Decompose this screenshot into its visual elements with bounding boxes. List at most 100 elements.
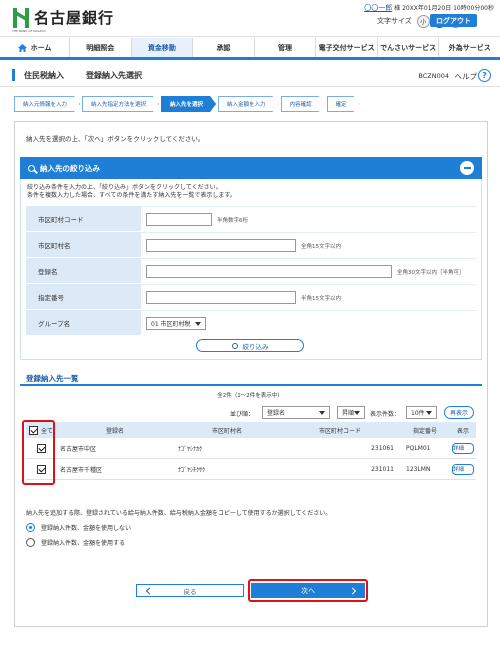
search-icon bbox=[231, 342, 238, 349]
row-city-name: ﾅｺﾞﾔｼﾁｸｻｸ bbox=[178, 466, 206, 474]
user-info: 〇〇一郎 様 20XX年01月20日 10時00分00秒 bbox=[364, 3, 494, 13]
logout-button[interactable]: ログアウト bbox=[430, 14, 477, 27]
step-confirm: 内容確認 bbox=[281, 96, 325, 112]
sort-field-value: 登録名 bbox=[267, 410, 286, 417]
table-row: 名古屋市中区 ﾅｺﾞﾔｼﾅｶｸ 231061 PQLM01 詳細 bbox=[26, 438, 476, 459]
city-code-label: 市区町村コード bbox=[26, 206, 141, 231]
table-row: 名古屋市千種区 ﾅｺﾞﾔｼﾁｸｻｸ 231011 123LMN 詳細 bbox=[26, 459, 476, 480]
page-category: 住民税納入 bbox=[24, 71, 64, 80]
nav-item-statements[interactable]: 明細照会 bbox=[70, 38, 132, 57]
row-city-name: ﾅｺﾞﾔｼﾅｶｸ bbox=[178, 445, 203, 453]
nav-item-management[interactable]: 管理 bbox=[255, 38, 317, 57]
city-code-input[interactable] bbox=[146, 213, 212, 226]
nav-item-densai[interactable]: でんさいサービス bbox=[378, 38, 440, 57]
filter-row-group: グループ名 01 市区町村税 bbox=[26, 310, 476, 336]
list-title-rule bbox=[20, 384, 482, 386]
nav-item-e-delivery[interactable]: 電子交付サービス bbox=[316, 38, 378, 57]
radio-label: 登録納入件数、金額を使用しない bbox=[41, 524, 132, 532]
radio-label: 登録納入件数、金額を使用する bbox=[41, 539, 126, 547]
registered-name-input[interactable] bbox=[146, 265, 392, 278]
sort-bar: 並び順： 登録名 昇順 表示件数： 10件 再表示 bbox=[0, 406, 500, 420]
nav-item-forex[interactable]: 外為サービス bbox=[439, 38, 500, 57]
filter-button[interactable]: 絞り込み bbox=[196, 339, 304, 352]
table-header: 全て 登録名 市区町村名 市区町村コード 指定番号 表示 bbox=[26, 422, 476, 438]
page-title: 登録納入先選択 bbox=[86, 71, 142, 80]
nav-label-home: ホーム bbox=[30, 43, 52, 52]
sort-field-select[interactable]: 登録名 bbox=[262, 406, 330, 419]
chevron-down-icon bbox=[426, 410, 432, 415]
detail-button[interactable]: 詳細 bbox=[452, 442, 474, 454]
chevron-down-icon bbox=[194, 321, 201, 326]
checkbox-highlight bbox=[22, 420, 55, 485]
registered-name-hint: 全角30文字以内［半角可］ bbox=[397, 270, 465, 276]
back-button[interactable]: 戻る bbox=[136, 584, 244, 597]
progress-steps: 納入元情報を入力 納入先指定方法を選択 納入先を選択 納入金額を入力 内容確認 … bbox=[14, 96, 362, 112]
row-designation-number: PQLM01 bbox=[406, 444, 431, 452]
home-icon bbox=[17, 43, 27, 52]
radio-option-no-copy[interactable]: 登録納入件数、金額を使用しない bbox=[26, 522, 131, 532]
filter-note: 絞り込み条件を入力の上、「絞り込み」ボタンをクリックしてください。 条件を複数入… bbox=[27, 184, 236, 200]
radio-option-copy[interactable]: 登録納入件数、金額を使用する bbox=[26, 537, 125, 547]
last-login: 20XX年01月20日 10時00分00秒 bbox=[402, 5, 494, 12]
resort-button[interactable]: 再表示 bbox=[444, 406, 474, 419]
filter-form: 市区町村コード 半角数字6桁 市区町村名 全角15文字以内 登録名 全角30文字… bbox=[26, 206, 476, 336]
designation-number-hint: 半角15文字以内 bbox=[301, 296, 341, 302]
per-page-select[interactable]: 10件 bbox=[406, 406, 437, 419]
city-name-input[interactable] bbox=[146, 239, 296, 252]
header-display: 表示 bbox=[456, 427, 469, 435]
row-registered-name: 名古屋市中区 bbox=[60, 445, 97, 453]
designation-number-label: 指定番号 bbox=[26, 284, 141, 309]
radio-button[interactable] bbox=[26, 522, 35, 532]
header-designation-number: 指定番号 bbox=[412, 427, 437, 435]
step-amount: 納入金額を入力 bbox=[218, 96, 279, 112]
filter-button-label: 絞り込み bbox=[242, 342, 269, 351]
sort-order-select[interactable]: 昇順 bbox=[337, 406, 365, 419]
registered-name-label: 登録名 bbox=[26, 258, 141, 283]
header: 名古屋銀行 THE BANK OF NAGOYA 〇〇一郎 様 20XX年01月… bbox=[0, 0, 500, 37]
help-icon[interactable]: ? bbox=[478, 69, 491, 82]
per-page-value: 10件 bbox=[411, 410, 425, 417]
bank-name-en: THE BANK OF NAGOYA bbox=[12, 29, 46, 33]
result-count: 全2件（1～2件を表示中） bbox=[217, 393, 283, 399]
chevron-down-icon bbox=[319, 410, 325, 415]
list-title: 登録納入先一覧 bbox=[26, 374, 79, 383]
filter-row-city-code: 市区町村コード 半角数字6桁 bbox=[26, 206, 476, 232]
designation-number-input[interactable] bbox=[146, 291, 296, 304]
filter-row-designation-number: 指定番号 半角15文字以内 bbox=[26, 284, 476, 310]
copy-note: 納入先を追加する際、登録されている給与納入件数、給与税納入金額をコピーして使用す… bbox=[26, 510, 332, 517]
bank-name: 名古屋銀行 bbox=[34, 9, 115, 27]
row-city-code: 231061 bbox=[371, 444, 394, 452]
row-designation-number: 123LMN bbox=[406, 465, 431, 473]
group-label: グループ名 bbox=[26, 310, 141, 335]
sort-order-value: 昇順 bbox=[342, 410, 355, 417]
title-accent bbox=[12, 69, 15, 81]
city-name-hint: 全角15文字以内 bbox=[301, 244, 341, 250]
bank-logo-icon bbox=[13, 8, 29, 28]
step-source-info: 納入元情報を入力 bbox=[14, 96, 80, 112]
filter-row-city-name: 市区町村名 全角15文字以内 bbox=[26, 232, 476, 258]
city-code-hint: 半角数字6桁 bbox=[217, 218, 248, 224]
help-link[interactable]: ヘルプ bbox=[455, 71, 478, 82]
global-nav: ホーム 明細照会 資金移動 承認 管理 電子交付サービス でんさいサービス 外為… bbox=[0, 38, 500, 60]
font-size-small-button[interactable]: 小 bbox=[416, 14, 430, 28]
step-method: 納入先指定方法を選択 bbox=[82, 96, 159, 112]
search-icon bbox=[28, 164, 35, 172]
page-title-bar: 住民税納入 登録納入先選択 BCZN004 ヘルプ ? bbox=[0, 63, 500, 87]
group-select-value: 01 市区町村税 bbox=[151, 321, 191, 328]
collapse-icon[interactable] bbox=[460, 161, 474, 175]
detail-button[interactable]: 詳細 bbox=[452, 463, 474, 475]
city-name-label: 市区町村名 bbox=[26, 232, 141, 257]
radio-button[interactable] bbox=[26, 537, 35, 547]
nav-item-transfer[interactable]: 資金移動 bbox=[131, 38, 194, 57]
header-city-code: 市区町村コード bbox=[318, 427, 361, 435]
nav-item-home[interactable]: ホーム bbox=[0, 38, 70, 57]
instruction-text: 納入先を選択の上、「次へ」ボタンをクリックしてください。 bbox=[26, 135, 205, 143]
nav-item-approval[interactable]: 承認 bbox=[193, 38, 255, 57]
screen-code: BCZN004 bbox=[418, 72, 449, 80]
filter-panel-header[interactable]: 納入先の絞り込み bbox=[20, 157, 482, 179]
step-complete: 確定 bbox=[327, 96, 360, 112]
user-name-link[interactable]: 〇〇一郎 bbox=[364, 4, 392, 12]
group-select[interactable]: 01 市区町村税 bbox=[146, 317, 206, 330]
filter-panel-title: 納入先の絞り込み bbox=[40, 163, 100, 173]
chevron-left-icon bbox=[145, 586, 154, 595]
